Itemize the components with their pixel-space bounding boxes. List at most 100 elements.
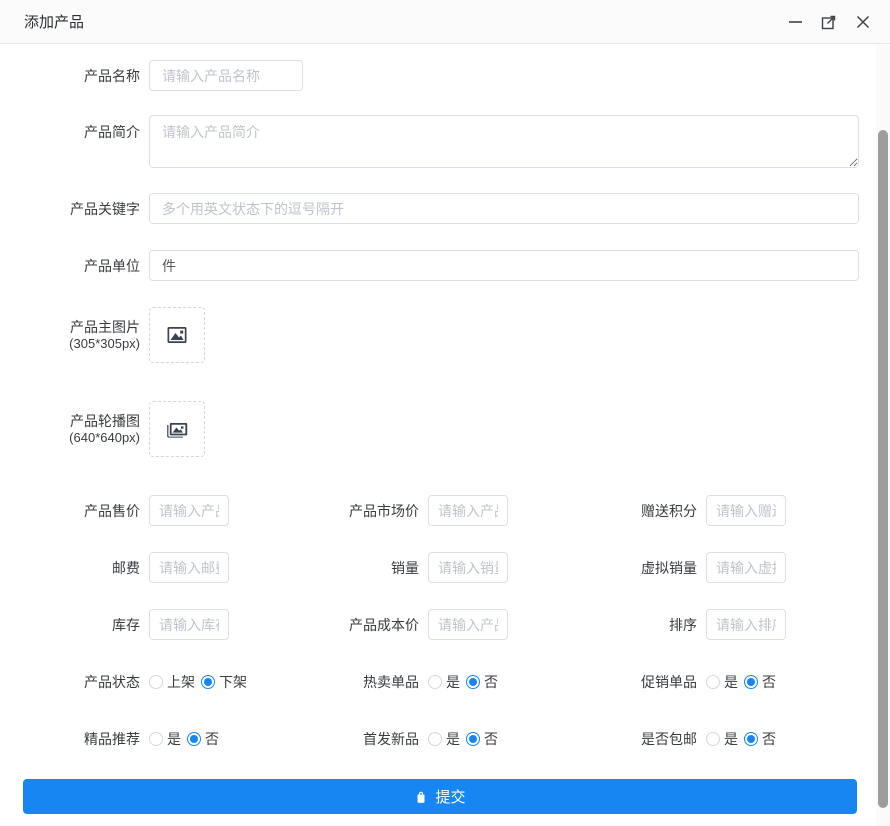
product-status-label: 产品状态	[0, 674, 140, 690]
carousel-image-row: 产品轮播图 (640*640px)	[0, 401, 890, 457]
product-unit-input[interactable]	[149, 250, 859, 281]
product-intro-textarea[interactable]	[149, 115, 859, 168]
stock-row: 库存 产品成本价 排序	[0, 609, 890, 640]
window-controls	[786, 13, 872, 31]
gift-points-input[interactable]	[706, 495, 786, 526]
submit-bag-icon	[414, 790, 428, 804]
radio-no[interactable]: 否	[187, 729, 219, 749]
radio-circle	[744, 675, 758, 689]
radio-no[interactable]: 否	[466, 672, 498, 692]
main-image-label: 产品主图片 (305*305px)	[0, 319, 140, 352]
sales-input[interactable]	[428, 552, 508, 583]
sales-label: 销量	[229, 558, 419, 578]
radio-circle	[149, 675, 163, 689]
sort-input[interactable]	[706, 609, 786, 640]
featured-radio-row: 精品推荐 是 否 首发新品 是 否 是否包邮 是 否	[0, 723, 890, 754]
radio-circle	[744, 732, 758, 746]
radio-circle	[706, 732, 720, 746]
sort-label: 排序	[508, 615, 697, 635]
radio-no[interactable]: 否	[744, 672, 776, 692]
postage-input[interactable]	[149, 552, 229, 583]
market-price-label: 产品市场价	[229, 501, 419, 521]
radio-label: 是	[446, 729, 460, 749]
scrollbar-thumb[interactable]	[878, 130, 888, 808]
radio-on-shelf[interactable]: 上架	[149, 672, 195, 692]
radio-circle	[428, 675, 442, 689]
radio-circle	[187, 732, 201, 746]
sale-price-input[interactable]	[149, 495, 229, 526]
radio-circle	[201, 675, 215, 689]
promo-item-group: 是 否	[706, 672, 776, 692]
radio-circle	[706, 675, 720, 689]
radio-label: 否	[762, 672, 776, 692]
radio-yes[interactable]: 是	[149, 729, 181, 749]
radio-label: 上架	[167, 672, 195, 692]
radio-off-shelf[interactable]: 下架	[201, 672, 247, 692]
radio-yes[interactable]: 是	[428, 729, 460, 749]
sale-price-label: 产品售价	[0, 503, 140, 519]
radio-circle	[149, 732, 163, 746]
cost-price-input[interactable]	[428, 609, 508, 640]
price-row: 产品售价 产品市场价 赠送积分	[0, 495, 890, 526]
product-keywords-label: 产品关键字	[0, 201, 140, 217]
radio-label: 否	[762, 729, 776, 749]
radio-yes[interactable]: 是	[706, 672, 738, 692]
main-image-label-line1: 产品主图片	[0, 319, 140, 335]
carousel-image-label: 产品轮播图 (640*640px)	[0, 413, 140, 446]
radio-circle	[428, 732, 442, 746]
minimize-button[interactable]	[786, 13, 804, 31]
product-status-group: 上架 下架	[149, 672, 247, 692]
main-image-upload[interactable]	[149, 307, 205, 363]
free-shipping-group: 是 否	[706, 729, 776, 749]
maximize-icon	[821, 14, 837, 30]
virtual-sales-input[interactable]	[706, 552, 786, 583]
radio-label: 下架	[219, 672, 247, 692]
product-intro-row: 产品简介	[0, 115, 890, 168]
radio-yes[interactable]: 是	[428, 672, 460, 692]
product-unit-row: 产品单位	[0, 250, 890, 281]
close-button[interactable]	[854, 13, 872, 31]
radio-no[interactable]: 否	[744, 729, 776, 749]
main-image-label-line2: (305*305px)	[69, 336, 140, 351]
window-title: 添加产品	[24, 11, 84, 32]
scrollbar[interactable]	[876, 45, 890, 826]
market-price-input[interactable]	[428, 495, 508, 526]
product-keywords-input[interactable]	[149, 193, 859, 224]
virtual-sales-label: 虚拟销量	[508, 558, 697, 578]
titlebar: 添加产品	[0, 0, 890, 44]
new-release-label: 首发新品	[247, 729, 419, 749]
form-area: 产品名称 产品简介 产品关键字 产品单位 产品主图片 (305*305px)	[0, 45, 890, 826]
radio-no[interactable]: 否	[466, 729, 498, 749]
product-intro-label: 产品简介	[0, 115, 140, 140]
main-image-row: 产品主图片 (305*305px)	[0, 307, 890, 363]
product-name-label: 产品名称	[0, 68, 140, 84]
product-name-row: 产品名称	[0, 60, 890, 91]
radio-label: 是	[724, 672, 738, 692]
stock-label: 库存	[0, 617, 140, 633]
close-icon	[856, 15, 870, 29]
submit-button[interactable]: 提交	[23, 779, 857, 814]
radio-label: 是	[724, 729, 738, 749]
radio-label: 是	[446, 672, 460, 692]
carousel-image-label-line2: (640*640px)	[69, 430, 140, 445]
status-radio-row: 产品状态 上架 下架 热卖单品 是 否 促销单品 是 否	[0, 666, 890, 697]
images-icon	[165, 417, 189, 441]
featured-group: 是 否	[149, 729, 219, 749]
image-icon	[165, 323, 189, 347]
maximize-button[interactable]	[820, 13, 838, 31]
carousel-image-upload[interactable]	[149, 401, 205, 457]
featured-label: 精品推荐	[0, 731, 140, 747]
free-shipping-label: 是否包邮	[498, 729, 697, 749]
radio-label: 否	[484, 729, 498, 749]
carousel-image-label-line1: 产品轮播图	[0, 413, 140, 429]
submit-label: 提交	[435, 786, 465, 807]
product-name-input[interactable]	[149, 60, 303, 91]
product-unit-label: 产品单位	[0, 258, 140, 274]
minimize-icon	[788, 14, 803, 29]
radio-yes[interactable]: 是	[706, 729, 738, 749]
postage-row: 邮费 销量 虚拟销量	[0, 552, 890, 583]
stock-input[interactable]	[149, 609, 229, 640]
postage-label: 邮费	[0, 560, 140, 576]
gift-points-label: 赠送积分	[508, 501, 697, 521]
radio-circle	[466, 732, 480, 746]
